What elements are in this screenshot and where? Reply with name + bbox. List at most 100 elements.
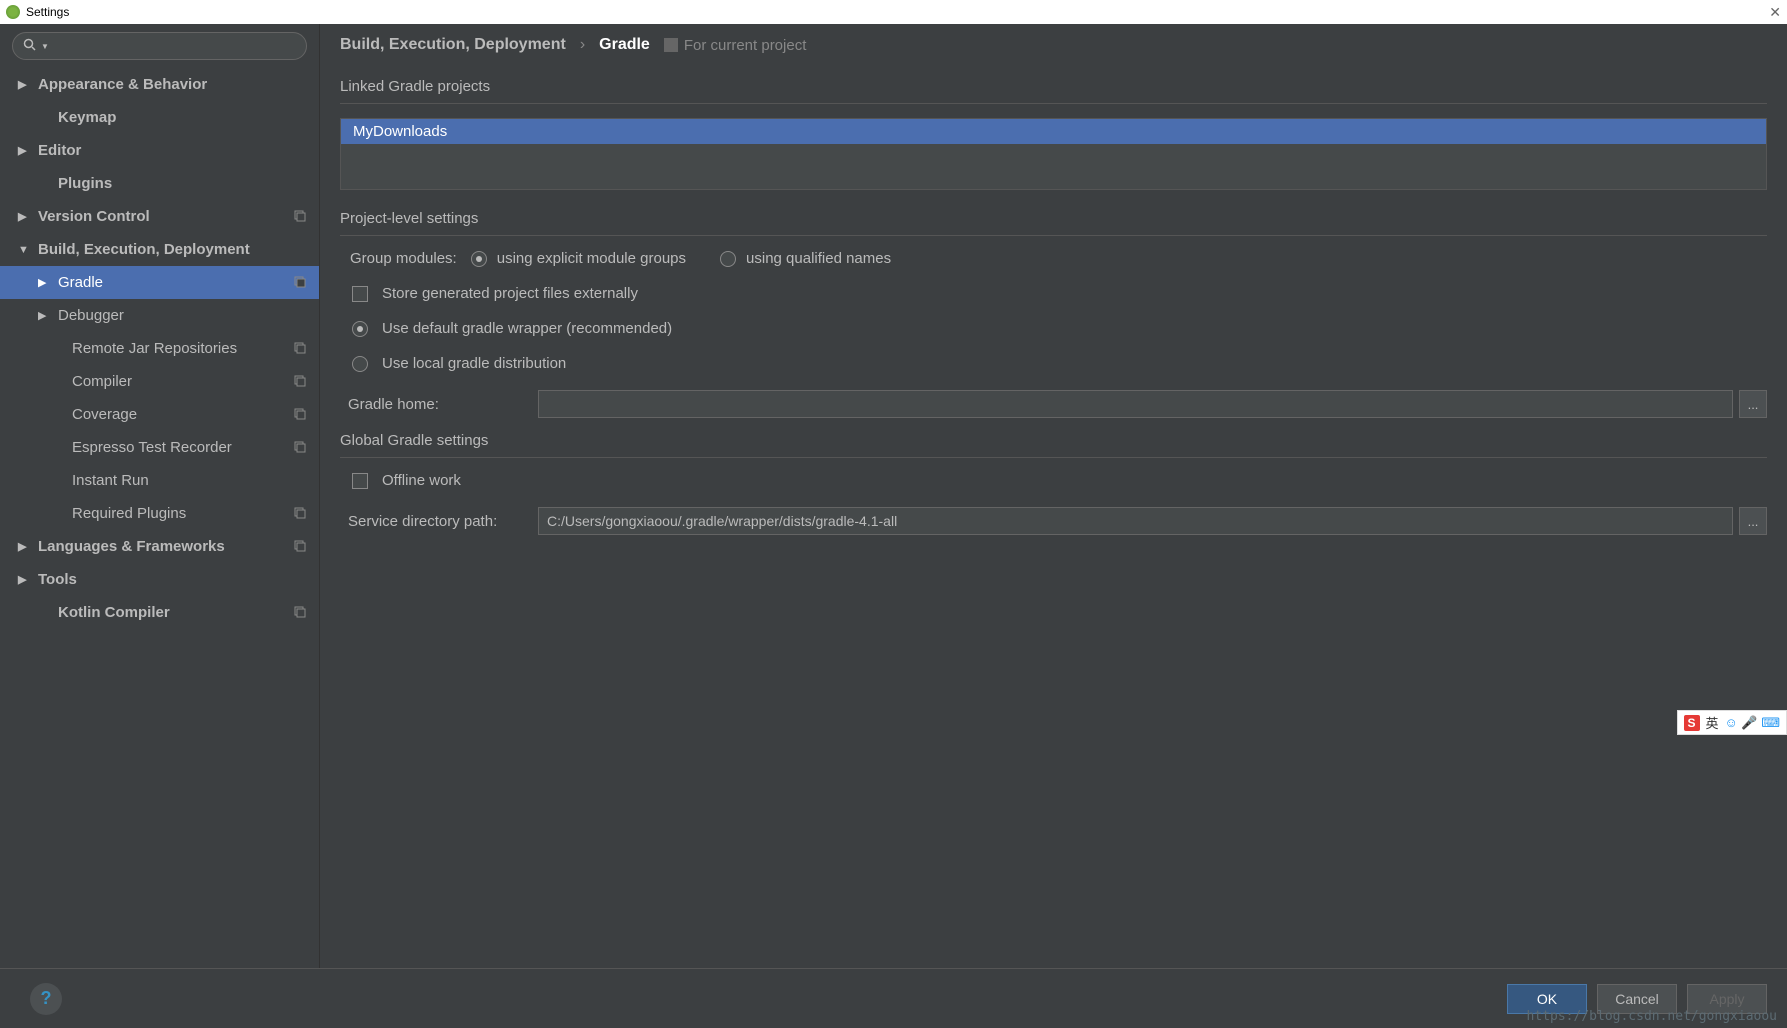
radio-explicit-label: using explicit module groups xyxy=(497,250,686,267)
tree-item-label: Keymap xyxy=(58,109,309,126)
project-scope-icon xyxy=(293,209,309,225)
tree-item-label: Gradle xyxy=(58,274,293,291)
tree-item-label: Kotlin Compiler xyxy=(58,604,293,621)
breadcrumb-current: Gradle xyxy=(599,36,650,54)
sidebar: ▼ ▶ Appearance & Behavior Keymap ▶ Editor Plu… xyxy=(0,24,320,968)
tree-item-label: Editor xyxy=(38,142,309,159)
tree-item-keymap[interactable]: Keymap xyxy=(0,101,319,134)
tree-item-editor[interactable]: ▶ Editor xyxy=(0,134,319,167)
store-external-row: Store generated project files externally xyxy=(340,285,1767,302)
gradle-home-label: Gradle home: xyxy=(348,396,538,413)
service-dir-label: Service directory path: xyxy=(348,513,538,530)
tree-item-label: Build, Execution, Deployment xyxy=(38,241,309,258)
chevron-down-icon: ▼ xyxy=(41,42,49,51)
tree-item-label: Debugger xyxy=(58,307,309,324)
linked-projects-list[interactable]: MyDownloads xyxy=(340,118,1767,190)
gradle-home-browse-button[interactable]: ... xyxy=(1739,390,1767,418)
expand-icon: ▶ xyxy=(38,276,52,289)
tree-item-tools[interactable]: ▶Tools xyxy=(0,563,319,596)
checkbox-store-external[interactable] xyxy=(352,286,368,302)
project-scope-icon xyxy=(293,539,309,555)
tree-item-label: Plugins xyxy=(58,175,309,192)
expand-icon: ▶ xyxy=(18,540,32,553)
gradle-home-input[interactable] xyxy=(538,390,1733,418)
offline-work-row: Offline work xyxy=(340,472,1767,489)
tree-item-label: Instant Run xyxy=(72,472,309,489)
checkbox-offline-work[interactable] xyxy=(352,473,368,489)
radio-qualified-label: using qualified names xyxy=(746,250,891,267)
radio-explicit-groups[interactable] xyxy=(471,251,487,267)
ime-extra-icons: ☺ 🎤 ⌨ xyxy=(1725,715,1780,731)
expand-icon: ▶ xyxy=(18,210,32,223)
tree-item-debugger[interactable]: ▶ Debugger xyxy=(0,299,319,332)
divider xyxy=(340,457,1767,458)
tree-item-instant-run[interactable]: Instant Run xyxy=(0,464,319,497)
tree-item-label: Remote Jar Repositories xyxy=(72,340,293,357)
radio-default-wrapper[interactable] xyxy=(352,321,368,337)
section-global-label: Global Gradle settings xyxy=(340,432,1767,449)
gradle-wrapper-row: Use default gradle wrapper (recommended) xyxy=(340,320,1767,337)
titlebar: Settings ✕ xyxy=(0,0,1787,24)
project-scope-icon xyxy=(293,506,309,522)
service-dir-row: Service directory path: ... xyxy=(340,507,1767,535)
expand-icon: ▼ xyxy=(18,244,32,256)
settings-tree: ▶ Appearance & Behavior Keymap ▶ Editor Plugi… xyxy=(0,68,319,968)
tree-item-appearance-behavior[interactable]: ▶ Appearance & Behavior xyxy=(0,68,319,101)
radio-qualified-names[interactable] xyxy=(720,251,736,267)
tree-item-gradle[interactable]: ▶ Gradle xyxy=(0,266,319,299)
close-icon[interactable]: ✕ xyxy=(1769,4,1781,21)
store-external-label: Store generated project files externally xyxy=(382,285,638,302)
main-content: ▼ ▶ Appearance & Behavior Keymap ▶ Editor Plu… xyxy=(0,24,1787,968)
local-distribution-label: Use local gradle distribution xyxy=(382,355,566,372)
window-title: Settings xyxy=(26,5,69,19)
tree-item-label: Languages & Frameworks xyxy=(38,538,293,555)
tree-item-coverage[interactable]: Coverage xyxy=(0,398,319,431)
project-scope-icon xyxy=(293,440,309,456)
help-button[interactable]: ? xyxy=(30,983,62,1015)
content-panel: Build, Execution, Deployment › Gradle Fo… xyxy=(320,24,1787,968)
ime-lang: 英 xyxy=(1706,713,1719,732)
linked-project-item[interactable]: MyDownloads xyxy=(341,119,1766,144)
tree-item-required-plugins[interactable]: Required Plugins xyxy=(0,497,319,530)
default-wrapper-label: Use default gradle wrapper (recommended) xyxy=(382,320,672,337)
search-icon xyxy=(23,38,37,55)
tree-item-remote-jar-repositories[interactable]: Remote Jar Repositories xyxy=(0,332,319,365)
tree-item-label: Tools xyxy=(38,571,309,588)
local-distribution-row: Use local gradle distribution xyxy=(340,355,1767,372)
ime-icon: S xyxy=(1684,715,1700,731)
expand-icon: ▶ xyxy=(18,144,32,157)
bottom-bar: ? OK Cancel Apply xyxy=(0,968,1787,1028)
breadcrumb-parent: Build, Execution, Deployment xyxy=(340,36,566,54)
project-scope-icon xyxy=(293,407,309,423)
project-scope-icon xyxy=(293,374,309,390)
tree-item-label: Required Plugins xyxy=(72,505,293,522)
gradle-home-row: Gradle home: ... xyxy=(340,390,1767,418)
expand-icon: ▶ xyxy=(38,309,52,322)
breadcrumb: Build, Execution, Deployment › Gradle Fo… xyxy=(340,36,1767,54)
project-icon xyxy=(664,38,678,52)
service-dir-browse-button[interactable]: ... xyxy=(1739,507,1767,535)
radio-local-distribution[interactable] xyxy=(352,356,368,372)
divider xyxy=(340,103,1767,104)
section-linked-label: Linked Gradle projects xyxy=(340,78,1767,95)
tree-item-espresso-test-recorder[interactable]: Espresso Test Recorder xyxy=(0,431,319,464)
tree-item-compiler[interactable]: Compiler xyxy=(0,365,319,398)
tree-item-plugins[interactable]: Plugins xyxy=(0,167,319,200)
divider xyxy=(340,235,1767,236)
tree-item-label: Version Control xyxy=(38,208,293,225)
search-input[interactable]: ▼ xyxy=(12,32,307,60)
tree-item-build-execution-deployment[interactable]: ▼ Build, Execution, Deployment xyxy=(0,233,319,266)
ime-indicator: S 英 ☺ 🎤 ⌨ xyxy=(1677,710,1787,735)
tree-item-label: Appearance & Behavior xyxy=(38,76,309,93)
breadcrumb-separator: › xyxy=(580,36,585,54)
offline-work-label: Offline work xyxy=(382,472,461,489)
project-scope-icon xyxy=(293,341,309,357)
tree-item-version-control[interactable]: ▶ Version Control xyxy=(0,200,319,233)
tree-item-label: Coverage xyxy=(72,406,293,423)
service-dir-input[interactable] xyxy=(538,507,1733,535)
tree-item-languages-frameworks[interactable]: ▶ Languages & Frameworks xyxy=(0,530,319,563)
tree-item-kotlin-compiler[interactable]: Kotlin Compiler xyxy=(0,596,319,629)
expand-icon: ▶ xyxy=(18,78,32,91)
tree-item-label: Espresso Test Recorder xyxy=(72,439,293,456)
group-modules-label: Group modules: xyxy=(350,250,457,267)
